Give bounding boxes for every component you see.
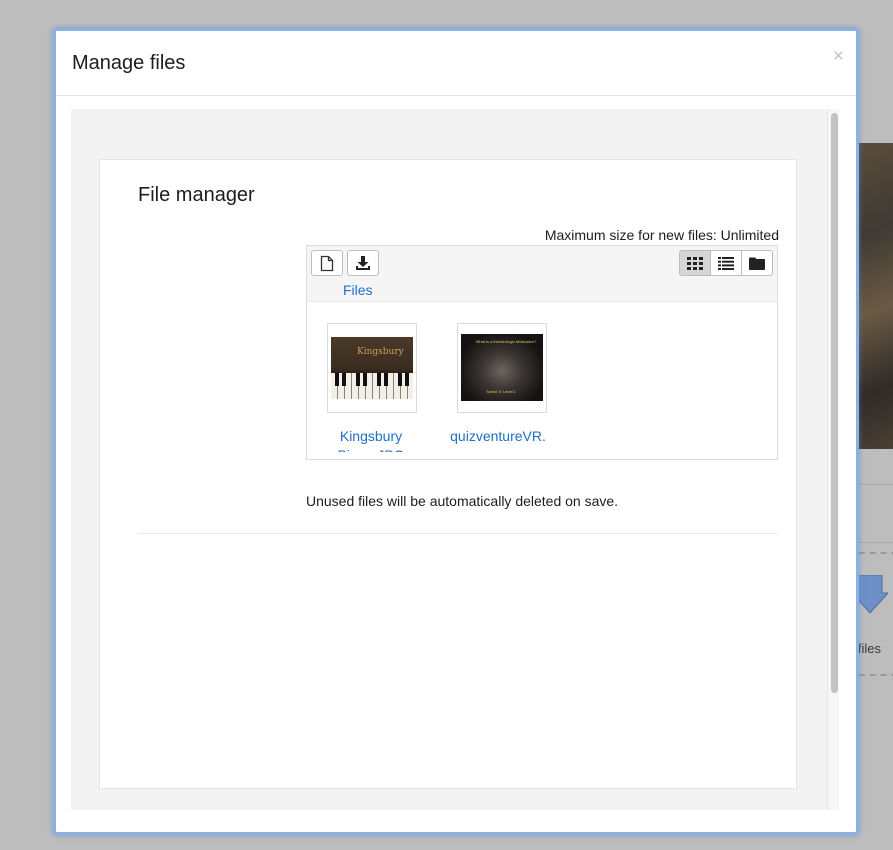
file-manager-title: File manager: [138, 184, 255, 206]
view-icons-button[interactable]: [680, 251, 711, 275]
piano-image: Kingsbury: [331, 337, 413, 399]
file-picker: Files Kingsbury Kingsbury Piano.JPG: [306, 245, 778, 460]
breadcrumb-files[interactable]: Files: [343, 282, 373, 298]
file-name[interactable]: Kingsbury Piano.JPG: [317, 427, 425, 452]
file-icon: [320, 255, 334, 271]
download-all-button[interactable]: [347, 250, 379, 276]
quizventure-image: What is a Kinesiologic Motivation? Scene…: [461, 334, 543, 401]
grid-icon: [687, 256, 703, 270]
thumbnail-caption: What is a Kinesiologic Motivation?: [475, 339, 537, 344]
dialog-scrollbar[interactable]: [827, 109, 839, 810]
view-mode-switcher: [679, 250, 773, 276]
folder-icon: [749, 257, 765, 270]
download-icon: [356, 256, 370, 270]
divider: [138, 533, 778, 534]
thumbnail-brand-text: Kingsbury: [357, 347, 404, 357]
file-thumbnail[interactable]: Kingsbury: [327, 323, 417, 413]
close-icon[interactable]: ×: [833, 47, 844, 67]
manage-files-dialog: Manage files × File manager Maximum size…: [53, 28, 859, 835]
dialog-body: File manager Maximum size for new files:…: [71, 109, 839, 810]
unused-files-note: Unused files will be automatically delet…: [306, 493, 619, 509]
list-icon: [718, 256, 734, 270]
dialog-header: Manage files ×: [56, 31, 856, 96]
scrollbar-thumb[interactable]: [831, 113, 838, 693]
thumbnail-caption: Scene 3: Level 1: [486, 389, 516, 394]
file-picker-toolbar: Files: [307, 246, 777, 302]
add-file-button[interactable]: [311, 250, 343, 276]
view-tree-button[interactable]: [742, 251, 772, 275]
view-details-button[interactable]: [711, 251, 742, 275]
max-size-label: Maximum size for new files: Unlimited: [544, 227, 779, 243]
file-name[interactable]: quizventureVR.: [437, 427, 559, 452]
dialog-title: Manage files: [72, 52, 186, 74]
file-manager-panel: File manager Maximum size for new files:…: [99, 159, 797, 789]
file-thumbnail[interactable]: What is a Kinesiologic Motivation? Scene…: [457, 323, 547, 413]
